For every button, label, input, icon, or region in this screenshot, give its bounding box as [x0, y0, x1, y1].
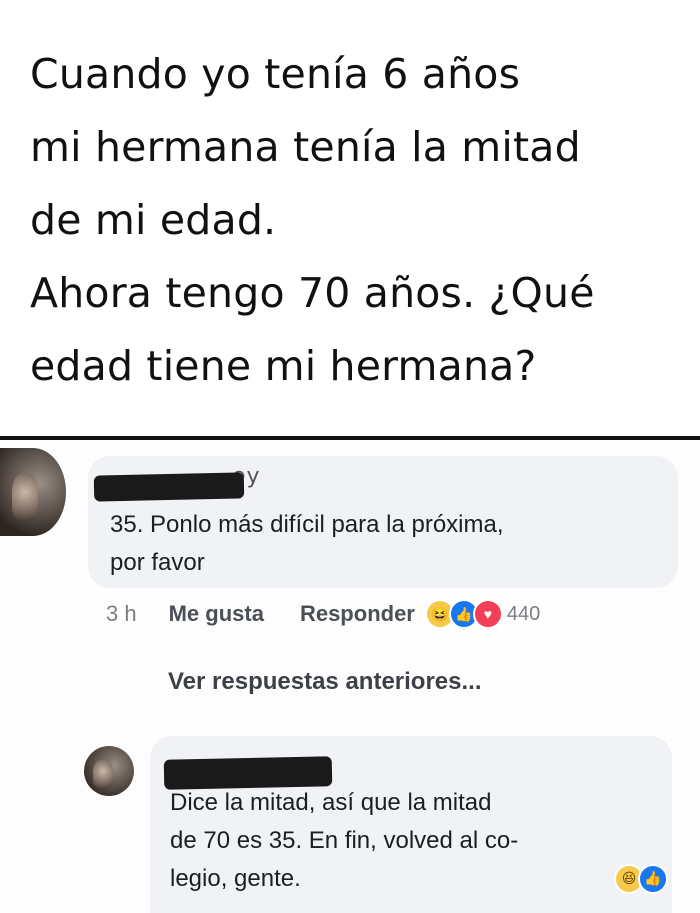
- question-line: edad tiene mi hermana?: [30, 342, 537, 390]
- reply-button[interactable]: Responder: [300, 601, 415, 627]
- reply-line: legio, gente.: [170, 865, 301, 892]
- view-previous-replies-link[interactable]: Ver respuestas anteriores...: [168, 668, 482, 696]
- question-line: de mi edad.: [30, 196, 277, 244]
- like-button[interactable]: Me gusta: [169, 601, 264, 627]
- reaction-count: 440: [506, 602, 541, 625]
- avatar[interactable]: [84, 746, 134, 796]
- love-reaction-icon: ♥: [472, 599, 503, 629]
- question-line: mi hermana tenía la mitad: [30, 123, 581, 171]
- question-line: Ahora tengo 70 años. ¿Qué: [30, 269, 595, 317]
- comment-timestamp[interactable]: 3 h: [106, 601, 137, 627]
- comment-text: 35. Ponlo más difícil para la próxima, p…: [110, 506, 670, 582]
- comment-line: 35. Ponlo más difícil para la próxima,: [110, 511, 504, 538]
- reactions-summary[interactable]: 😆 👍 ♥ 440: [424, 599, 541, 629]
- comment-actions: 3 h Me gusta Responder 😆 👍 ♥ 440: [106, 598, 540, 630]
- avatar[interactable]: [0, 448, 66, 536]
- like-reaction-icon: 👍: [638, 864, 668, 894]
- question-text: Cuando yo tenía 6 años mi hermana tenía …: [30, 38, 690, 403]
- redacted-author-name: [93, 472, 245, 502]
- question-line: Cuando yo tenía 6 años: [30, 50, 521, 98]
- reply-text: Dice la mitad, así que la mitad de 70 es…: [170, 784, 650, 898]
- reply-line: de 70 es 35. En fin, volved al co-: [170, 827, 519, 854]
- reply-reactions-summary[interactable]: 😆 👍: [614, 864, 668, 894]
- comment-thread: ey 35. Ponlo más difícil para la próxima…: [0, 440, 700, 913]
- comment-line: por favor: [110, 549, 205, 576]
- reply-line: Dice la mitad, así que la mitad: [170, 789, 492, 816]
